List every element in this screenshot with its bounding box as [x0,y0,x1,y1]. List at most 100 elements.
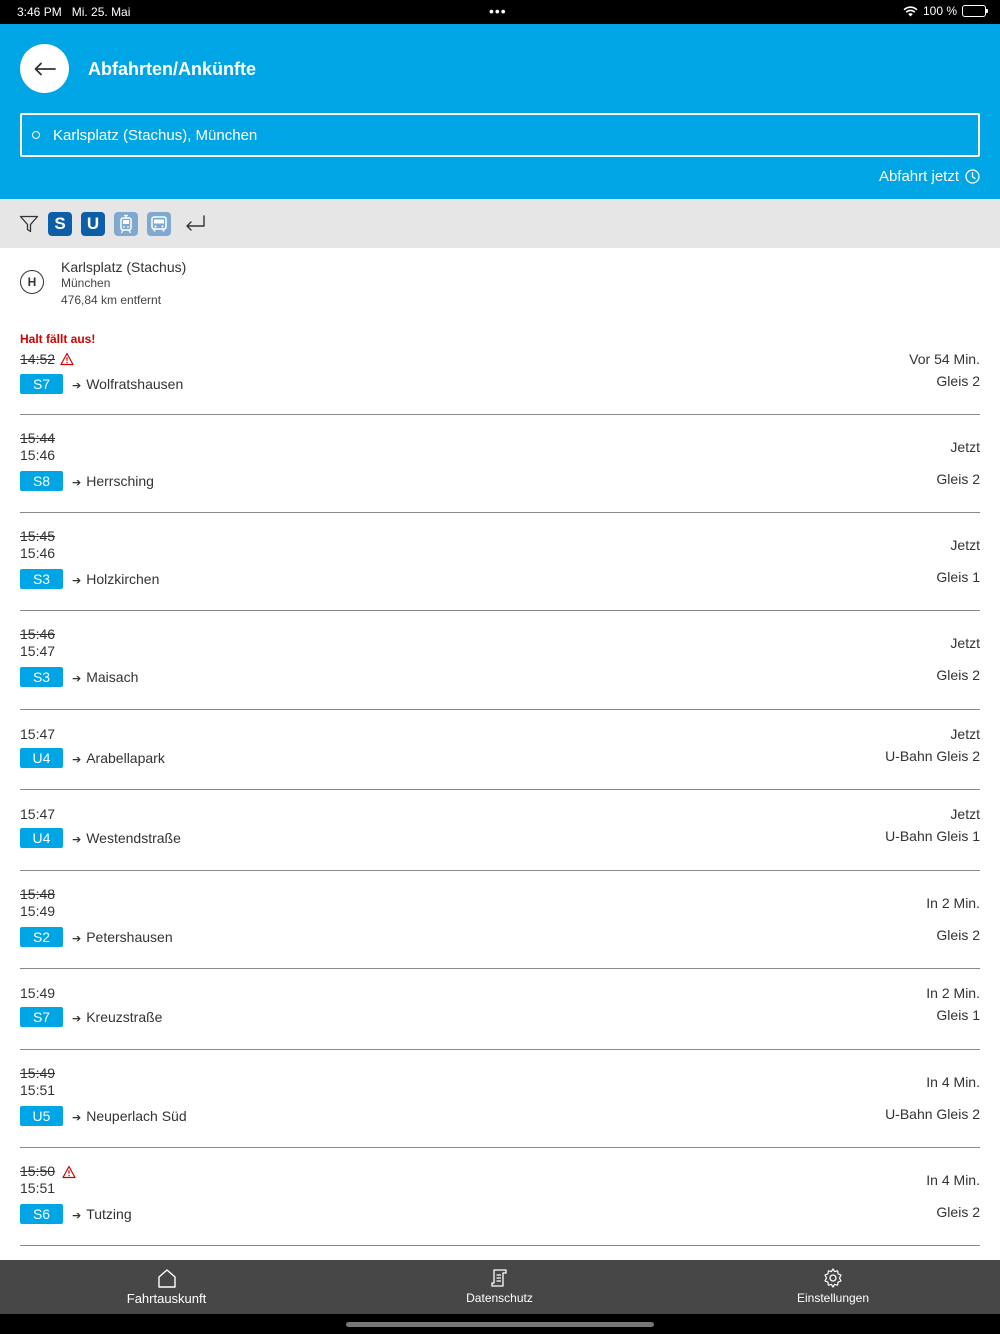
battery-percent: 100 % [922,4,957,18]
relative-time: Jetzt [950,726,980,742]
bus-filter-toggle[interactable] [147,211,171,236]
bus-stop-h-icon: H [20,270,44,294]
departure-time-button[interactable]: Abfahrt jetzt [879,168,980,185]
relative-time: In 2 Min. [926,985,980,1001]
destination: ➔ Holzkirchen [72,571,159,587]
home-indicator[interactable] [346,1322,654,1327]
destination: ➔ Westendstraße [72,830,181,846]
planned-time: 15:44 [20,430,56,446]
actual-time: 15:46 [20,545,56,561]
planned-time: 15:47 [20,806,56,822]
wifi-icon [903,5,918,16]
status-right: 100 % [903,4,988,18]
destination-name: Holzkirchen [86,571,160,587]
departure-time-label: Abfahrt jetzt [878,168,959,185]
platform: Gleis 2 [936,1204,980,1220]
platform: Gleis 2 [936,373,980,389]
cancellation-alert: Halt fällt aus! [20,332,96,346]
destination: ➔ Wolfratshausen [72,376,183,392]
line-badge: S3 [20,569,63,589]
direction-arrow-icon: ➔ [72,673,82,685]
line-badge: S2 [20,927,63,947]
gear-icon [824,1268,842,1288]
station-name: Karlsplatz (Stachus) [61,259,187,275]
departure-row[interactable]: 15:44 15:46 S8 ➔ Herrsching Jetzt Gleis 2 [20,415,980,513]
platform: Gleis 1 [936,569,980,585]
multitasking-dots-icon[interactable]: ••• [489,3,507,19]
line-badge: U4 [20,748,63,768]
destination-name: Petershausen [86,929,173,945]
bus-stop-letter: H [27,275,37,289]
direction-arrow-icon: ➔ [72,1112,82,1124]
departure-row[interactable]: 15:46 15:47 S3 ➔ Maisach Jetzt Gleis 2 [20,611,980,710]
header: Abfahrten/Ankünfte Karlsplatz (Stachus),… [0,24,1000,199]
line-badge: S7 [20,374,63,394]
direction-arrow-icon: ➔ [72,834,82,846]
departure-row[interactable]: 15:49 15:51 U5 ➔ Neuperlach Süd In 4 Min. U-Ba… [20,1050,980,1148]
relative-time: In 4 Min. [926,1172,980,1188]
clock-icon [965,169,980,184]
status-date: Mi. 25. Mai [71,5,131,19]
return-arrow-icon[interactable] [184,214,208,234]
station-city: München [61,276,111,290]
home-icon [157,1269,176,1288]
departure-row[interactable]: Halt fällt aus! 14:52 S7 ➔ Wolfratshausen Vor… [20,318,980,415]
departure-row[interactable]: 15:45 15:46 S3 ➔ Holzkirchen Jetzt Gleis 1 [20,513,980,611]
platform: Gleis 2 [936,927,980,943]
filter-icon[interactable] [19,214,39,234]
station-distance: 476,84 km entfernt [61,293,162,307]
planned-time: 15:50 [20,1163,56,1179]
battery-icon [962,5,988,17]
departure-row[interactable]: 15:47 U4 ➔ Arabellapark Jetzt U-Bahn Gleis 2 [20,710,980,790]
station-search-input[interactable]: Karlsplatz (Stachus), München [20,113,980,157]
planned-time: 15:48 [20,886,56,902]
warning-icon[interactable] [60,352,74,366]
direction-arrow-icon: ➔ [72,1013,82,1025]
relative-time: Jetzt [950,439,980,455]
status-time-date: 3:46 PM Mi. 25. Mai [17,5,130,19]
destination: ➔ Kreuzstraße [72,1009,162,1025]
platform: Gleis 2 [936,667,980,683]
destination: ➔ Neuperlach Süd [72,1108,187,1124]
sbahn-filter-toggle[interactable]: S [48,211,72,236]
destination: ➔ Maisach [72,669,138,685]
destination-name: Maisach [86,669,139,685]
planned-time: 15:46 [20,626,56,642]
back-button[interactable] [20,44,69,93]
actual-time: 15:51 [20,1082,56,1098]
platform: U-Bahn Gleis 2 [885,748,980,764]
sbahn-filter-label: S [54,213,66,233]
destination: ➔ Arabellapark [72,750,165,766]
planned-time: 15:47 [20,726,56,742]
ubahn-filter-label: U [86,213,100,233]
departure-row[interactable]: 15:50 15:51 S6 ➔ Tutzing In 4 Min. Gleis 2 [20,1148,980,1246]
warning-icon[interactable] [62,1165,76,1179]
station-search-value: Karlsplatz (Stachus), München [53,126,258,144]
actual-time: 15:47 [20,643,56,659]
relative-time: Jetzt [950,537,980,553]
line-badge: S8 [20,471,63,491]
platform: U-Bahn Gleis 2 [885,1106,980,1122]
station-header: H Karlsplatz (Stachus) München 476,84 km… [0,248,1000,318]
departure-row[interactable]: 15:48 15:49 S2 ➔ Petershausen In 2 Min. Gleis … [20,871,980,969]
destination: ➔ Tutzing [72,1206,132,1222]
relative-time: Jetzt [950,806,980,822]
ubahn-filter-toggle[interactable]: U [81,211,105,236]
line-badge: S7 [20,1007,63,1027]
tab-einstellungen[interactable]: Einstellungen [666,1260,1000,1314]
direction-arrow-icon: ➔ [72,477,82,489]
tab-fahrtauskunft[interactable]: Fahrtauskunft [0,1260,333,1314]
planned-time: 15:45 [20,528,56,544]
tab-datenschutz[interactable]: Datenschutz [333,1260,666,1314]
tab-fahrtauskunft-label: Fahrtauskunft [126,1291,207,1306]
relative-time: Jetzt [950,635,980,651]
tram-icon [120,214,132,233]
destination-name: Westendstraße [86,830,181,846]
tram-filter-toggle[interactable] [114,211,138,236]
relative-time: In 4 Min. [926,1074,980,1090]
departure-row[interactable]: 15:49 S7 ➔ Kreuzstraße In 2 Min. Gleis 1 [20,969,980,1050]
departure-row[interactable]: 15:47 U4 ➔ Westendstraße Jetzt U-Bahn Gleis 1 [20,790,980,871]
status-time: 3:46 PM [17,5,62,19]
destination-name: Wolfratshausen [86,376,184,392]
line-badge: U4 [20,828,63,848]
